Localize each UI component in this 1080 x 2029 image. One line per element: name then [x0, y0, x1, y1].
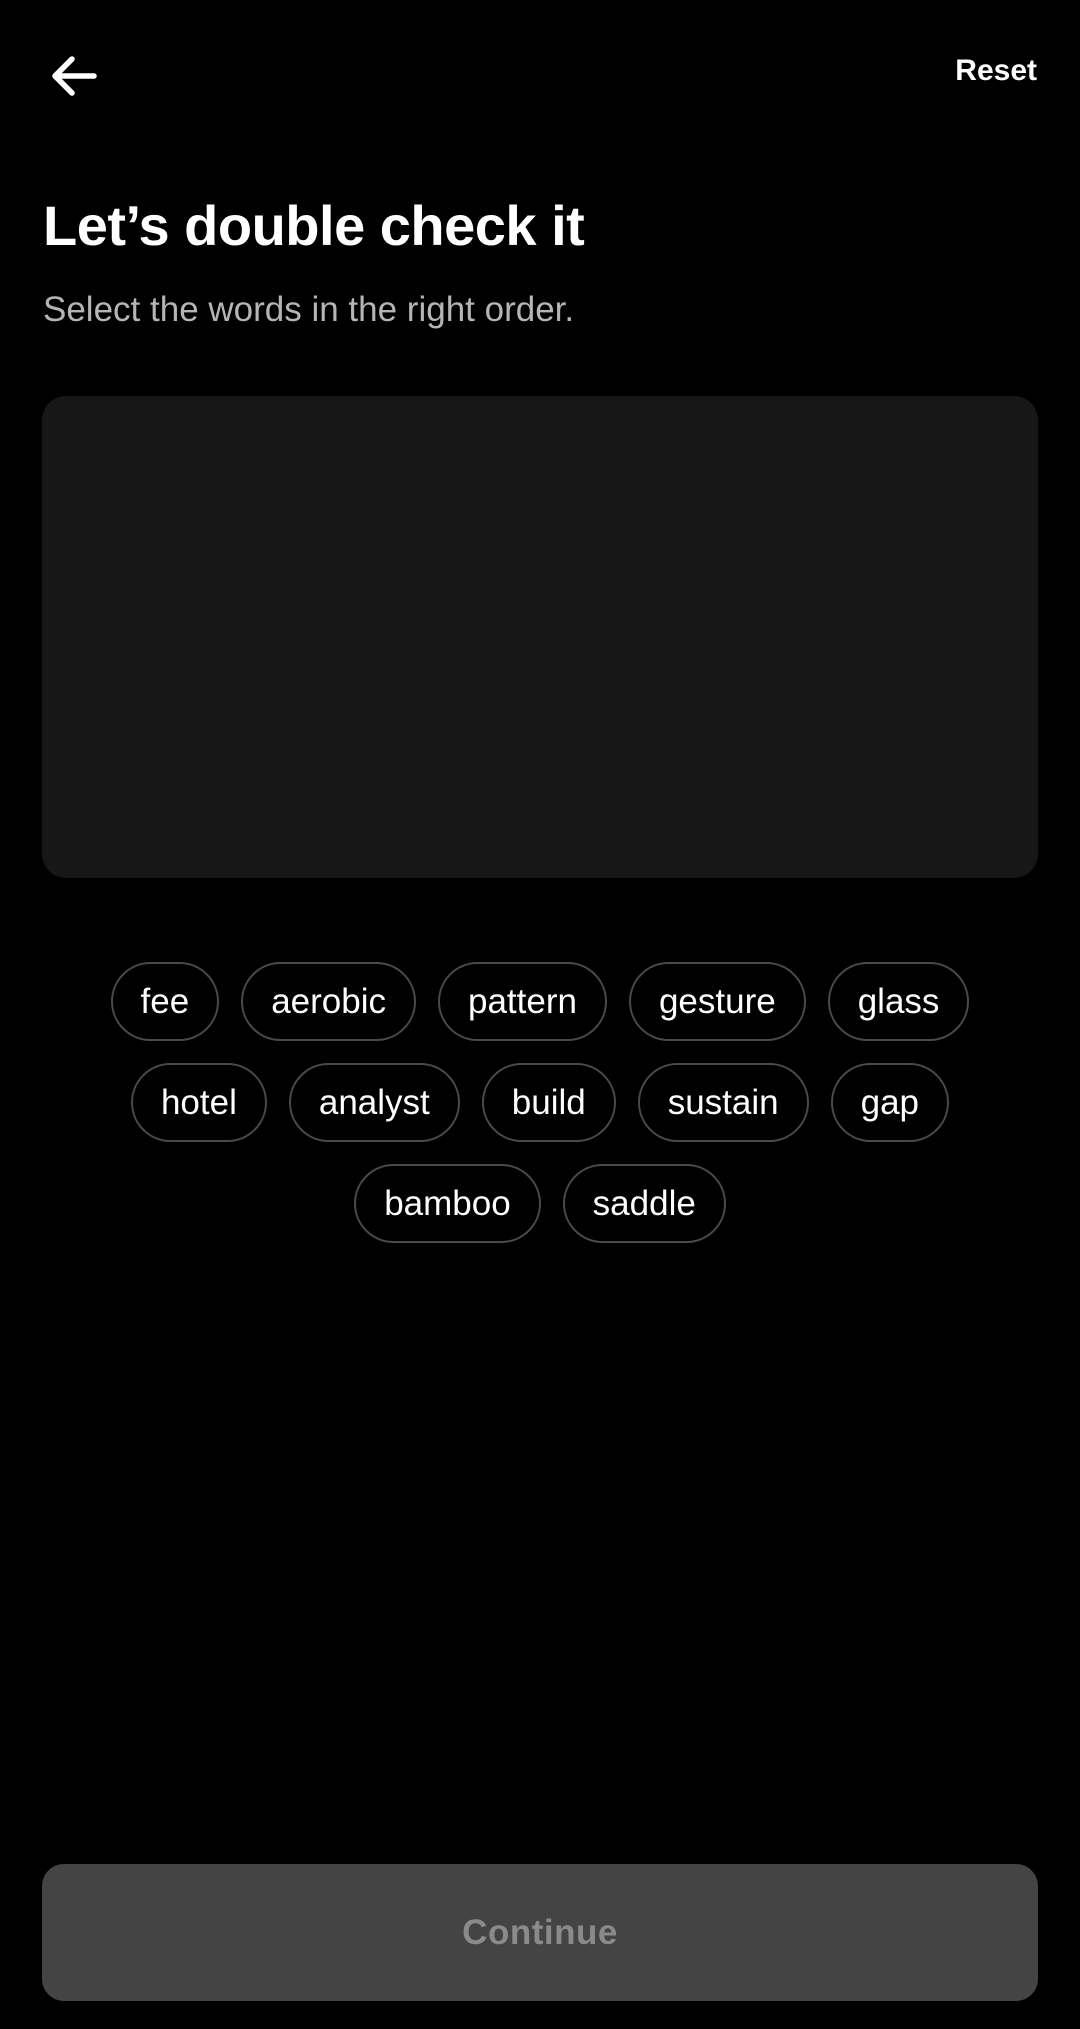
- word-chip[interactable]: saddle: [562, 1164, 726, 1243]
- word-chip[interactable]: build: [481, 1063, 616, 1142]
- word-row: bamboo saddle: [354, 1164, 726, 1243]
- word-chip[interactable]: glass: [827, 962, 970, 1041]
- word-bank: fee aerobic pattern gesture glass hotel …: [42, 962, 1038, 1265]
- page-title: Let’s double check it: [43, 194, 585, 257]
- arrow-left-icon: [52, 56, 97, 96]
- word-chip[interactable]: bamboo: [354, 1164, 541, 1243]
- reset-button[interactable]: Reset: [955, 50, 1037, 92]
- continue-button[interactable]: Continue: [42, 1864, 1038, 2001]
- back-button[interactable]: [42, 44, 106, 108]
- word-chip[interactable]: gap: [830, 1063, 950, 1142]
- word-chip[interactable]: pattern: [438, 962, 607, 1041]
- word-row: hotel analyst build sustain gap: [130, 1063, 950, 1142]
- page-subtitle: Select the words in the right order.: [43, 290, 575, 329]
- word-row: fee aerobic pattern gesture glass: [110, 962, 970, 1041]
- word-chip[interactable]: fee: [110, 962, 220, 1041]
- word-chip[interactable]: gesture: [628, 962, 806, 1041]
- word-chip[interactable]: sustain: [637, 1063, 809, 1142]
- word-chip[interactable]: hotel: [130, 1063, 267, 1142]
- selected-words-area[interactable]: [42, 396, 1038, 878]
- word-chip[interactable]: aerobic: [241, 962, 416, 1041]
- word-chip[interactable]: analyst: [288, 1063, 460, 1142]
